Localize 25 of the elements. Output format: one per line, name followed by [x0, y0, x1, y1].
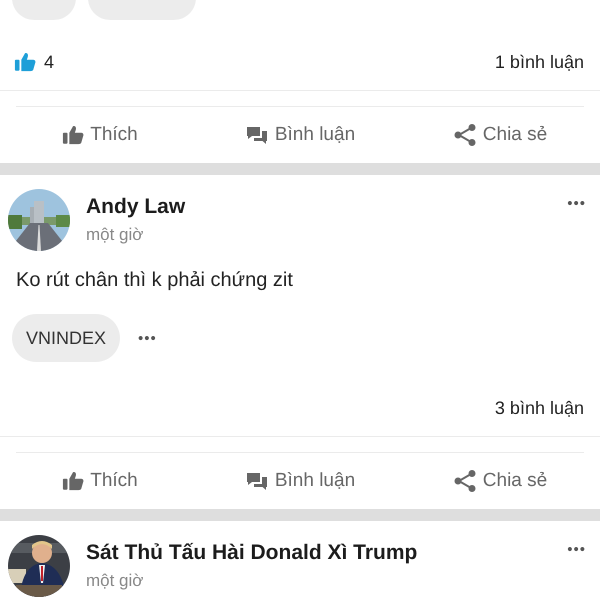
thumbs-up-icon	[14, 51, 36, 73]
like-button[interactable]: Thích	[0, 107, 200, 163]
author-name[interactable]: Sát Thủ Tấu Hài Donald Xì Trump	[86, 541, 552, 565]
comment-count[interactable]: 3 bình luận	[494, 398, 584, 418]
author-name[interactable]: Andy Law	[86, 195, 552, 219]
post-text: Ko rút chân thì k phải chứng zit	[15, 268, 294, 292]
share-button[interactable]: Chia sẻ	[400, 107, 600, 163]
post-time: một giờ	[86, 225, 144, 245]
comment-button[interactable]: Bình luận	[200, 107, 400, 163]
more-button[interactable]: •••	[567, 541, 586, 558]
speech-bubbles-icon	[244, 470, 269, 492]
like-button[interactable]: Thích	[0, 453, 200, 509]
comment-count[interactable]: 1 bình luận	[494, 52, 584, 72]
more-button[interactable]: •••	[132, 328, 163, 348]
share-icon	[452, 123, 477, 147]
more-button[interactable]: •••	[567, 195, 586, 212]
like-count: 4	[44, 52, 54, 72]
thumbs-up-icon	[62, 470, 84, 492]
thumbs-up-icon	[62, 124, 84, 146]
tag-chip[interactable]: VNINDEX	[12, 314, 120, 362]
comment-button[interactable]: Bình luận	[200, 453, 400, 509]
share-icon	[452, 469, 477, 493]
post-time: một giờ	[86, 571, 144, 591]
share-button[interactable]: Chia sẻ	[400, 453, 600, 509]
speech-bubbles-icon	[244, 124, 269, 146]
